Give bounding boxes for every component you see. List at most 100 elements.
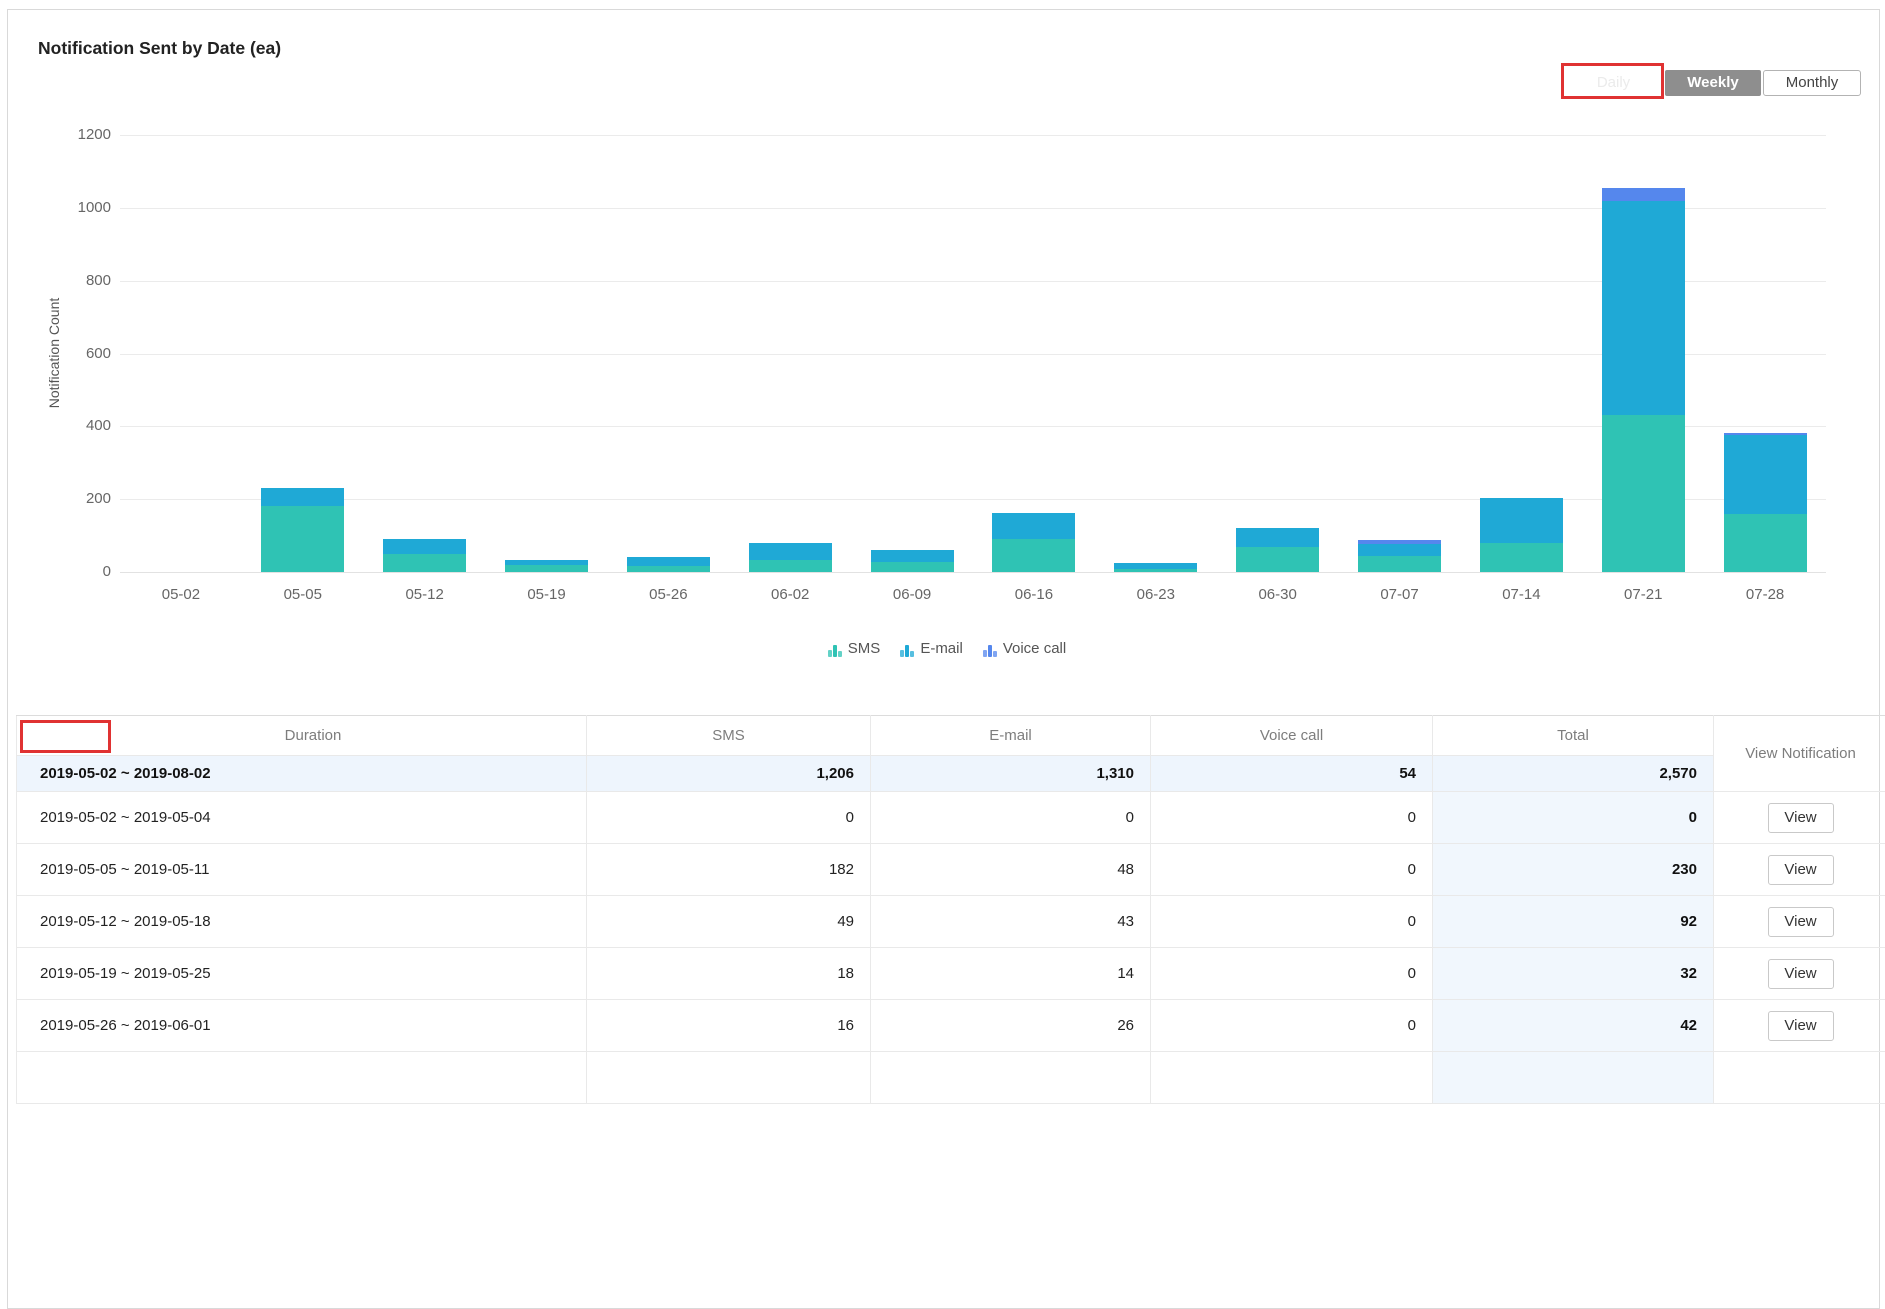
- view-cell: View: [1714, 844, 1885, 896]
- bar-segment-sms: [749, 560, 832, 572]
- legend-item-sms: SMS: [828, 640, 881, 657]
- stacked-bar-07-14: [1480, 498, 1563, 572]
- table-cell: 26: [871, 1000, 1151, 1052]
- x-tick-label: 06-02: [729, 586, 851, 603]
- bar-segment-sms: [1358, 556, 1441, 572]
- view-button[interactable]: View: [1768, 1011, 1834, 1041]
- bar-segment-sms: [871, 562, 954, 572]
- bar-slot-06-02: [729, 135, 851, 572]
- table-cell: 2019-05-12 ~ 2019-05-18: [17, 896, 587, 948]
- table-cell: 0: [587, 792, 871, 844]
- table-cell: 49: [587, 896, 871, 948]
- view-button[interactable]: View: [1768, 907, 1834, 937]
- table-row: 2019-05-19 ~ 2019-05-251814032View: [17, 948, 1885, 1000]
- x-tick-label: 07-28: [1704, 586, 1826, 603]
- bar-segment-sms: [261, 506, 344, 572]
- table-row: 2019-05-26 ~ 2019-06-011626042View: [17, 1000, 1885, 1052]
- bar-slot-05-02: [120, 135, 242, 572]
- table-cell: 42: [1433, 1000, 1714, 1052]
- stacked-bar-07-28: [1724, 433, 1807, 572]
- notification-table: Duration SMS E-mail Voice call Total Vie…: [16, 715, 1885, 1104]
- x-tick-label: 06-09: [851, 586, 973, 603]
- view-cell: [1714, 1052, 1885, 1104]
- view-cell: View: [1714, 1000, 1885, 1052]
- view-cell: View: [1714, 948, 1885, 1000]
- stacked-bar-07-21: [1602, 188, 1685, 572]
- table-cell: 2019-05-05 ~ 2019-05-11: [17, 844, 587, 896]
- bar-slot-06-09: [851, 135, 973, 572]
- chart-bars: [120, 135, 1826, 572]
- bar-segment-sms: [505, 565, 588, 572]
- col-header-sms: SMS: [587, 716, 871, 756]
- annotation-box-duration-header: [20, 720, 111, 753]
- col-header-view-notification: View Notification: [1714, 716, 1885, 792]
- x-tick-label: 07-21: [1582, 586, 1704, 603]
- total-duration: 2019-05-02 ~ 2019-08-02: [17, 756, 587, 792]
- table-row: 2019-05-05 ~ 2019-05-11182480230 View: [17, 844, 1885, 896]
- view-button[interactable]: View: [1768, 959, 1834, 989]
- total-voice: 54: [1151, 756, 1433, 792]
- bar-segment-sms: [1114, 569, 1197, 572]
- y-tick-label: 200: [36, 490, 111, 507]
- x-tick-label: 05-02: [120, 586, 242, 603]
- bar-segment-e-mail: [261, 488, 344, 505]
- table-cell: [871, 1052, 1151, 1104]
- table-cell: 0: [1151, 844, 1433, 896]
- y-tick-label: 600: [36, 345, 111, 362]
- bar-segment-e-mail: [871, 550, 954, 562]
- y-tick-label: 1000: [36, 199, 111, 216]
- legend-label: SMS: [848, 640, 881, 657]
- page-title: Notification Sent by Date (ea): [38, 38, 281, 59]
- view-button[interactable]: View: [1768, 855, 1834, 885]
- x-axis-labels: 05-0205-0505-1205-1905-2606-0206-0906-16…: [120, 586, 1826, 603]
- table-row: 2019-05-02 ~ 2019-05-040000View: [17, 792, 1885, 844]
- y-tick-label: 800: [36, 272, 111, 289]
- bar-slot-05-19: [486, 135, 608, 572]
- bar-segment-e-mail: [749, 543, 832, 560]
- table-cell: [1433, 1052, 1714, 1104]
- total-total: 2,570: [1433, 756, 1714, 792]
- bar-segment-sms: [1480, 543, 1563, 572]
- view-button[interactable]: View: [1768, 803, 1834, 833]
- table-cell: 0: [1151, 792, 1433, 844]
- table-header-row: Duration SMS E-mail Voice call Total Vie…: [17, 716, 1885, 756]
- bar-segment-e-mail: [1480, 498, 1563, 543]
- y-tick-label: 1200: [36, 126, 111, 143]
- bar-slot-05-26: [607, 135, 729, 572]
- bar-segment-e-mail: [1724, 435, 1807, 513]
- view-cell: View: [1714, 792, 1885, 844]
- mini-bar-chart-icon: [983, 644, 997, 657]
- col-header-voice: Voice call: [1151, 716, 1433, 756]
- table-cell: 182: [587, 844, 871, 896]
- total-sms: 1,206: [587, 756, 871, 792]
- bar-segment-sms: [627, 566, 710, 572]
- table-cell: 14: [871, 948, 1151, 1000]
- chart-legend: SMS E-mail Voice call: [16, 640, 1878, 657]
- bar-slot-06-16: [973, 135, 1095, 572]
- weekly-button[interactable]: Weekly: [1665, 70, 1761, 96]
- legend-item-e-mail: E-mail: [900, 640, 963, 657]
- bar-segment-voice-call: [1602, 188, 1685, 201]
- table-cell: [17, 1052, 587, 1104]
- mini-bar-chart-icon: [900, 644, 914, 657]
- stacked-bar-06-02: [749, 543, 832, 572]
- stacked-bar-05-05: [261, 488, 344, 572]
- col-header-email: E-mail: [871, 716, 1151, 756]
- bar-slot-07-28: [1704, 135, 1826, 572]
- table-cell: 48: [871, 844, 1151, 896]
- bar-slot-05-05: [242, 135, 364, 572]
- legend-item-voice-call: Voice call: [983, 640, 1066, 657]
- table-cell: 230: [1433, 844, 1714, 896]
- table-cell: 92: [1433, 896, 1714, 948]
- table-cell: 16: [587, 1000, 871, 1052]
- x-tick-label: 07-14: [1460, 586, 1582, 603]
- stacked-bar-06-16: [992, 513, 1075, 572]
- stacked-bar-05-19: [505, 560, 588, 572]
- notification-panel: Notification Sent by Date (ea) Daily Wee…: [7, 9, 1880, 1309]
- table-row: 2019-05-12 ~ 2019-05-184943092View: [17, 896, 1885, 948]
- view-cell: View: [1714, 896, 1885, 948]
- bar-segment-e-mail: [1358, 544, 1441, 555]
- annotation-box-daily-button: [1561, 63, 1664, 99]
- monthly-button[interactable]: Monthly: [1763, 70, 1861, 96]
- table-cell: 2019-05-02 ~ 2019-05-04: [17, 792, 587, 844]
